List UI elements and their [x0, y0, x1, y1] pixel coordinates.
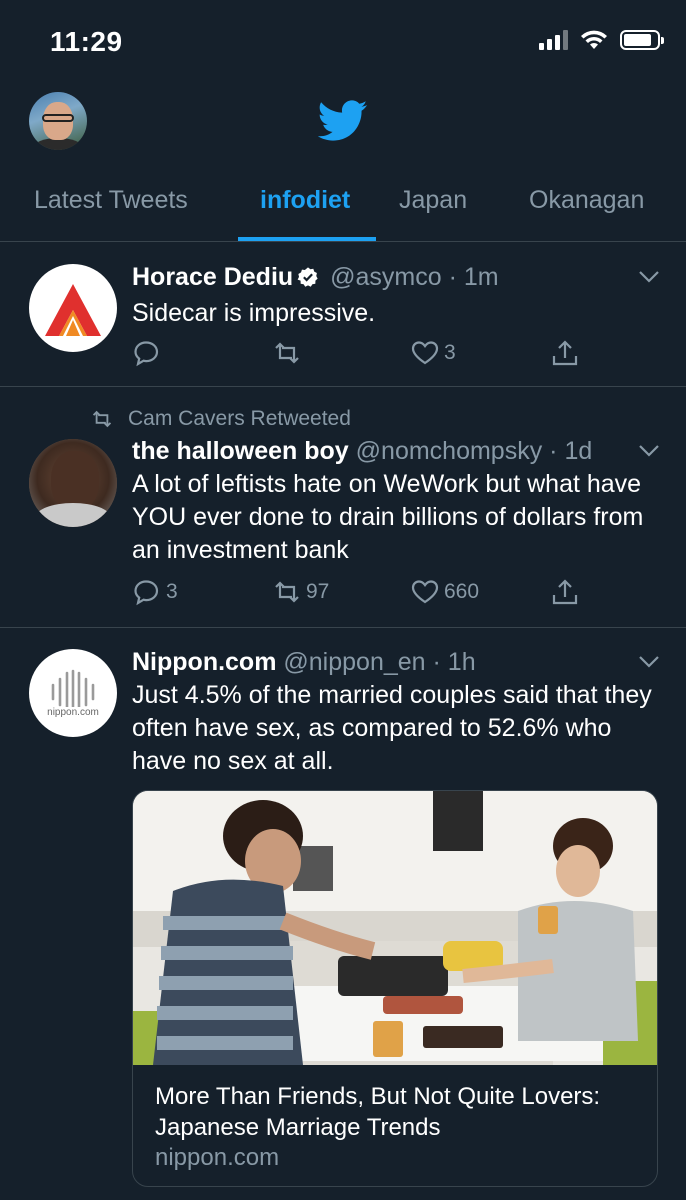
retweet-button[interactable]: [272, 338, 306, 368]
header: [0, 84, 686, 164]
retweet-count: 97: [306, 580, 330, 603]
share-button[interactable]: [550, 577, 580, 607]
tweet-avatar[interactable]: nippon.com: [29, 649, 117, 737]
tweet[interactable]: Cam Cavers Retweeted the halloween boy @…: [0, 387, 686, 628]
heart-icon: [411, 580, 439, 604]
heart-icon: [411, 341, 439, 365]
tab-japan[interactable]: Japan: [399, 186, 467, 215]
tweet-avatar[interactable]: [29, 439, 117, 527]
separator-dot: ·: [432, 648, 441, 676]
tab-infodiet[interactable]: infodiet: [260, 186, 350, 215]
like-count: 660: [444, 580, 480, 603]
retweet-button[interactable]: 97: [272, 577, 329, 607]
reply-count: 3: [166, 580, 178, 603]
retweet-icon: [275, 342, 299, 364]
author-name[interactable]: the halloween boy: [132, 437, 349, 465]
tweet-text: Just 4.5% of the married couples said th…: [132, 681, 652, 775]
retweeted-by-row[interactable]: Cam Cavers Retweeted: [90, 407, 351, 431]
separator-dot: ·: [448, 263, 457, 291]
share-icon: [552, 340, 578, 366]
active-tab-indicator: [238, 237, 376, 241]
reply-icon: [134, 341, 159, 367]
article-image: [133, 791, 657, 1065]
reply-icon: [134, 580, 159, 606]
like-button[interactable]: 660: [410, 577, 479, 607]
separator-dot: ·: [549, 437, 558, 465]
reply-button[interactable]: 3: [132, 577, 178, 607]
timeline-tabs: Latest Tweets infodiet Japan Okanagan: [0, 164, 686, 242]
tweet-text: Sidecar is impressive.: [132, 299, 376, 327]
tweet[interactable]: Horace Dediu @asymco · 1m Sidecar is imp…: [0, 242, 686, 387]
author-name[interactable]: Horace Dediu: [132, 263, 293, 291]
card-domain: nippon.com: [155, 1144, 280, 1171]
share-button[interactable]: [550, 338, 580, 368]
reply-button[interactable]: [132, 338, 166, 368]
author-handle[interactable]: @nippon_en: [283, 648, 425, 676]
twitter-bird-icon: [318, 100, 368, 141]
like-count: 3: [444, 341, 456, 364]
asymco-logo-icon: [45, 284, 101, 336]
retweet-icon: [92, 410, 112, 428]
wifi-icon: [581, 30, 607, 49]
card-title: More Than Friends, But Not Quite Lovers:…: [155, 1083, 601, 1141]
chevron-down-icon[interactable]: [638, 270, 660, 284]
tab-latest-tweets[interactable]: Latest Tweets: [34, 186, 188, 215]
chevron-down-icon[interactable]: [638, 444, 660, 458]
profile-avatar[interactable]: [29, 92, 87, 150]
retweeted-by-label: Cam Cavers Retweeted: [128, 407, 351, 430]
tweet-time: 1d: [564, 437, 593, 465]
link-card[interactable]: More Than Friends, But Not Quite Lovers:…: [132, 790, 658, 1187]
cellular-signal-icon: [539, 30, 568, 50]
tweet-header: Horace Dediu @asymco · 1m: [132, 263, 499, 292]
like-button[interactable]: 3: [410, 338, 456, 368]
tweet-actions: 3 97 660: [132, 577, 592, 611]
tweet-actions: 3: [132, 338, 592, 372]
tweet-time: 1h: [447, 648, 476, 676]
tweet-time: 1m: [463, 263, 499, 291]
tab-okanagan[interactable]: Okanagan: [529, 186, 644, 215]
avatar-logo-text: nippon.com: [37, 707, 109, 718]
tweet-header: the halloween boy @nomchompsky · 1d: [132, 437, 592, 466]
author-handle[interactable]: @nomchompsky: [356, 437, 543, 465]
retweet-icon: [275, 581, 299, 603]
author-name[interactable]: Nippon.com: [132, 648, 276, 676]
share-icon: [552, 579, 578, 605]
status-time: 11:29: [50, 26, 123, 57]
author-handle[interactable]: @asymco: [330, 263, 442, 291]
nippon-logo-icon: [51, 669, 95, 715]
tweet-text: A lot of leftists hate on WeWork but wha…: [132, 470, 644, 564]
status-icons: [539, 30, 664, 50]
tweet-avatar[interactable]: [29, 264, 117, 352]
status-bar: 11:29: [0, 0, 686, 84]
tweet-header: Nippon.com @nippon_en · 1h: [132, 648, 476, 677]
chevron-down-icon[interactable]: [638, 655, 660, 669]
verified-badge-icon: [297, 267, 318, 287]
battery-icon: [620, 30, 664, 50]
